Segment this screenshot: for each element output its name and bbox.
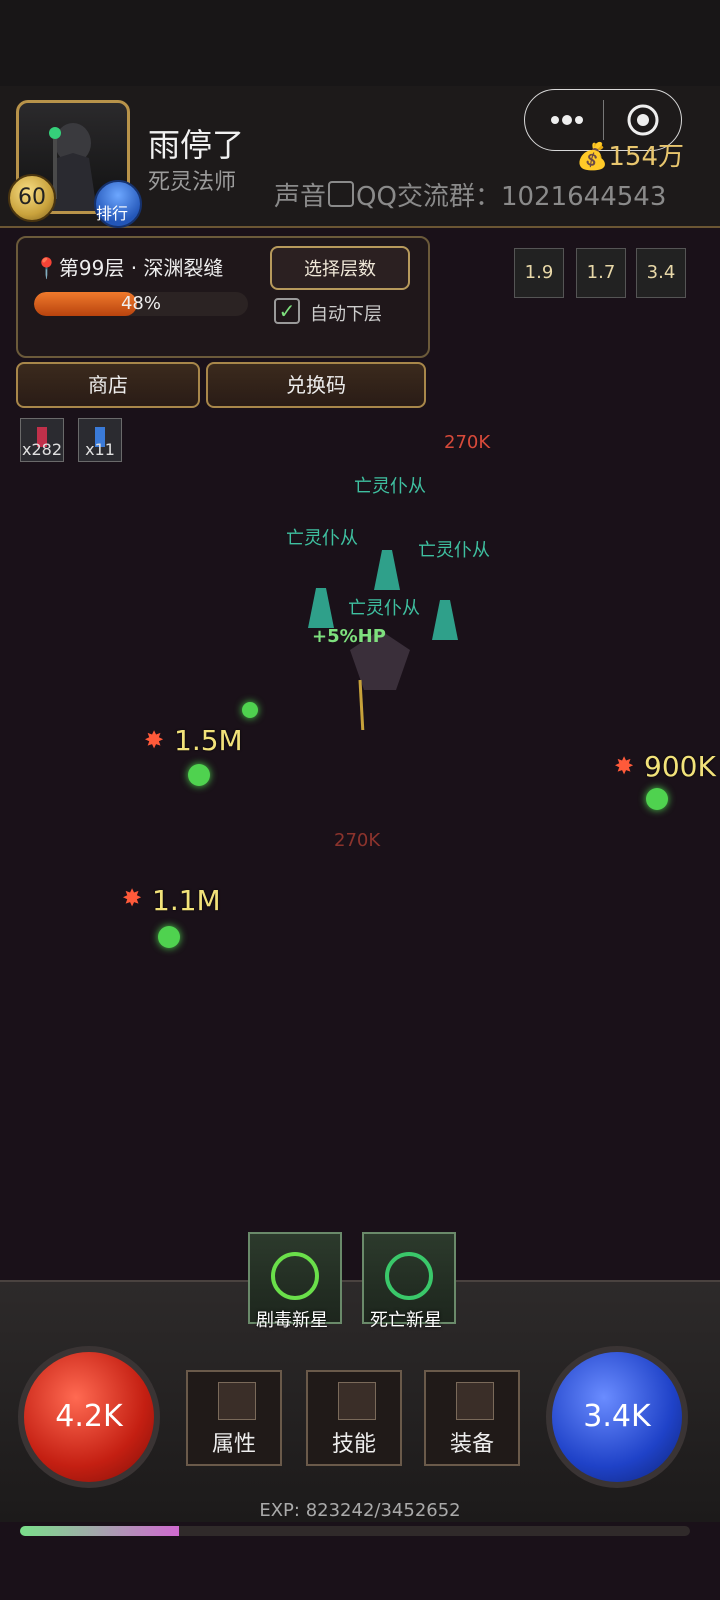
hp-potion-count: x282 [21, 440, 62, 459]
big-damage-number: 1.1M [152, 884, 221, 917]
sound-label: 声音 [274, 182, 327, 212]
mp-potion[interactable]: x11 [78, 418, 122, 462]
floor-progress-text: 48% [120, 293, 161, 314]
damage-number: 270K [334, 830, 381, 851]
exp-text: EXP: 823242/3452652 [259, 1500, 461, 1521]
armor-icon [456, 1382, 494, 1420]
big-damage-number: 900K [644, 750, 716, 783]
buff-slot-3[interactable]: 3.4 [636, 248, 686, 298]
money-bag-icon: 💰 [576, 142, 609, 172]
exp-bar [20, 1526, 690, 1536]
spellbook-icon [338, 1382, 376, 1420]
explosion-icon: ✸ [122, 884, 143, 912]
exp-bar-fill [20, 1526, 180, 1536]
poison-orb [242, 702, 258, 718]
sound-checkbox[interactable] [328, 181, 355, 207]
qq-group: QQ交流群：1021644543 [356, 182, 667, 212]
select-floor-button[interactable]: 选择层数 [270, 246, 410, 290]
minion-label: 亡灵仆从 [354, 476, 426, 497]
redeem-code-button[interactable]: 兑换码 [206, 362, 426, 408]
gold-amount: 💰154万 [576, 136, 684, 173]
poison-cloud [646, 788, 668, 810]
level-badge: 60 [8, 174, 56, 222]
death-nova-label: 死亡新星 [370, 1310, 442, 1331]
minion-sprite [374, 550, 400, 590]
sound-and-qq: 声音 QQ交流群：1021644543 [274, 176, 666, 213]
player-class: 死灵法师 [148, 170, 237, 195]
big-damage-number: 1.5M [174, 724, 243, 757]
mp-potion-count: x11 [85, 440, 115, 459]
buff-slot-1[interactable]: 1.9 [514, 248, 564, 298]
poison-cloud [158, 926, 180, 948]
capsule-divider [603, 100, 604, 140]
location-pin-icon: 📍 [34, 256, 59, 280]
auto-descend-label: 自动下层 [310, 304, 382, 325]
explosion-icon: ✸ [614, 752, 635, 780]
buff-slot-2[interactable]: 1.7 [576, 248, 626, 298]
rank-label[interactable]: 排行 [96, 200, 128, 224]
poison-cloud [188, 764, 210, 786]
mp-orb: 3.4K [546, 1346, 688, 1488]
poison-nova-label: 剧毒新星 [256, 1310, 328, 1331]
skills-button[interactable]: 技能 [306, 1370, 402, 1466]
damage-number: 270K [444, 432, 491, 453]
minion-sprite [432, 600, 458, 640]
player-name: 雨停了 [148, 126, 245, 164]
minion-sprite [308, 588, 334, 628]
auto-descend-checkbox[interactable]: ✓ [274, 298, 300, 324]
shop-button[interactable]: 商店 [16, 362, 200, 408]
hp-bonus-text: +5%HP [312, 626, 386, 647]
hp-orb: 4.2K [18, 1346, 160, 1488]
gold-value: 154万 [608, 142, 685, 172]
skills-label: 技能 [331, 1432, 376, 1457]
status-bar-area [0, 0, 720, 86]
equipment-button[interactable]: 装备 [424, 1370, 520, 1466]
explosion-icon: ✸ [144, 726, 165, 754]
attributes-label: 属性 [211, 1432, 256, 1457]
attributes-button[interactable]: 属性 [186, 1370, 282, 1466]
equipment-label: 装备 [449, 1432, 494, 1457]
floor-name: 📍第99层 · 深渊裂缝 [34, 252, 223, 281]
wings-icon [218, 1382, 256, 1420]
floor-title: 第99层 · 深渊裂缝 [58, 256, 224, 280]
hp-potion[interactable]: x282 [20, 418, 64, 462]
